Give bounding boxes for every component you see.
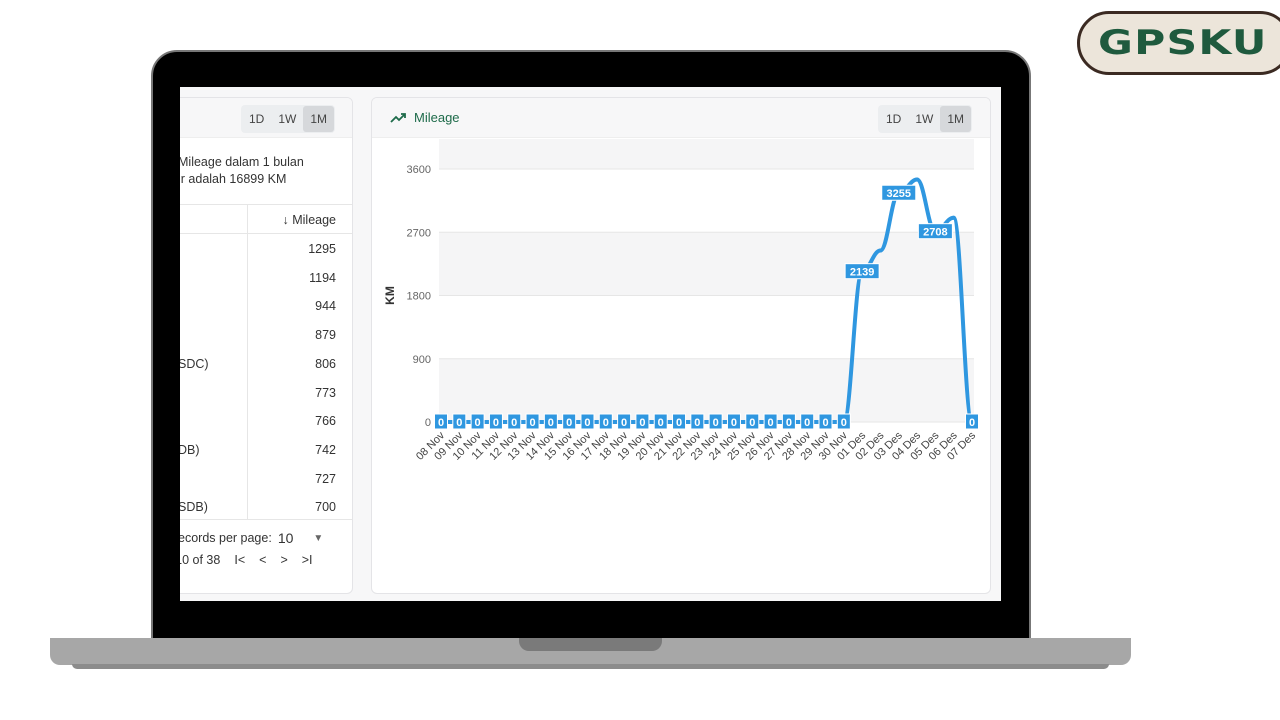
vehicle-name: SDC) [180, 356, 209, 371]
mileage-value: 806 [315, 356, 336, 371]
vehicle-name: SDB) [180, 500, 208, 515]
table-row[interactable]: SDC) 806 [180, 350, 352, 379]
prev-page-icon[interactable]: < [259, 553, 266, 567]
table-row[interactable]: 1194 [180, 264, 352, 293]
data-point[interactable] [951, 215, 956, 220]
data-label: 0 [804, 417, 810, 429]
y-tick-label: 0 [425, 417, 431, 429]
records-per-page-select[interactable]: 10 [278, 530, 294, 546]
range-selector: 1D 1W 1M [878, 105, 973, 133]
data-label: 0 [438, 417, 444, 429]
grid-band [439, 358, 974, 422]
chart-title: Mileage [390, 110, 460, 125]
data-label: 3255 [887, 188, 911, 200]
data-label: 0 [694, 417, 700, 429]
table-header: ↓ Mileage [180, 204, 352, 234]
data-label: 0 [603, 417, 609, 429]
mileage-value: 766 [315, 414, 336, 429]
card-header: 1D 1W 1M [180, 98, 352, 138]
table-row[interactable]: DB) 742 [180, 436, 352, 465]
table-row[interactable]: 727 [180, 465, 352, 494]
y-tick-label: 2700 [407, 227, 431, 239]
vehicle-name: DB) [180, 442, 200, 457]
data-label: 0 [749, 417, 755, 429]
gpsku-logo: GPSKU [1077, 11, 1280, 75]
data-label: 0 [456, 417, 462, 429]
mileage-line-chart: 0900180027003600KM008 Nov009 Nov010 Nov0… [383, 139, 979, 463]
grid-band [439, 139, 974, 169]
y-tick-label: 900 [413, 354, 431, 366]
range-1m[interactable]: 1M [303, 106, 335, 132]
data-label: 0 [676, 417, 682, 429]
summary-line: ir adalah 16899 KM [180, 172, 287, 186]
grid-band [439, 232, 974, 296]
range-1m[interactable]: 1M [940, 106, 972, 132]
data-point[interactable] [878, 248, 883, 253]
data-label: 0 [584, 417, 590, 429]
range-1d[interactable]: 1D [242, 106, 271, 132]
table-row[interactable]: 1295 [180, 235, 352, 264]
table-row[interactable]: 944 [180, 292, 352, 321]
data-label: 0 [566, 417, 572, 429]
data-label: 0 [841, 417, 847, 429]
summary-line: Mileage dalam 1 bulan [180, 155, 304, 169]
data-label: 0 [621, 417, 627, 429]
mileage-value: 727 [315, 471, 336, 486]
range-1w[interactable]: 1W [908, 106, 940, 132]
y-tick-label: 1800 [407, 291, 431, 303]
trending-up-icon [390, 112, 406, 123]
y-tick-label: 3600 [407, 164, 431, 176]
data-label: 0 [822, 417, 828, 429]
mileage-value: 879 [315, 328, 336, 343]
page-range-text: -10 of 38 [180, 553, 221, 567]
data-label: 0 [548, 417, 554, 429]
mileage-value: 1295 [308, 242, 336, 256]
summary-text: Mileage dalam 1 bulan ir adalah 16899 KM [180, 154, 348, 188]
records-per-page-label: ecords per page: [180, 531, 272, 545]
mileage-value: 742 [315, 442, 336, 457]
data-label: 0 [731, 417, 737, 429]
laptop-base-edge [72, 664, 1109, 669]
table-row[interactable]: 766 [180, 407, 352, 436]
range-1d[interactable]: 1D [879, 106, 908, 132]
data-label: 0 [493, 417, 499, 429]
data-label: 0 [786, 417, 792, 429]
data-label: 0 [658, 417, 664, 429]
table-row[interactable]: SDB) 700 [180, 493, 352, 522]
card-header: Mileage 1D 1W 1M [372, 98, 990, 138]
data-label: 0 [475, 417, 481, 429]
range-selector: 1D 1W 1M [241, 105, 336, 133]
last-page-icon[interactable]: >I [302, 553, 313, 567]
y-axis-label: KM [383, 286, 397, 305]
mileage-value: 1194 [309, 270, 336, 285]
data-label: 0 [713, 417, 719, 429]
table-row[interactable]: 773 [180, 379, 352, 408]
mileage-chart-card: Mileage 1D 1W 1M 0 900 1800 2700 3600 KM 0 08 N… [371, 97, 991, 594]
table-row[interactable]: 879 [180, 321, 352, 350]
laptop-notch [519, 638, 662, 651]
screen: 1D 1W 1M Mileage dalam 1 bulan ir adalah … [180, 87, 1001, 601]
range-1w[interactable]: 1W [271, 106, 303, 132]
chart-title-text: Mileage [414, 110, 460, 125]
mileage-table-card: 1D 1W 1M Mileage dalam 1 bulan ir adalah … [180, 97, 353, 594]
pagination: ecords per page: 10 ▼ -10 of 38 I< < > >… [180, 519, 352, 567]
mileage-value: 944 [315, 299, 336, 314]
data-label: 0 [639, 417, 645, 429]
dropdown-icon[interactable]: ▼ [313, 533, 323, 544]
next-page-icon[interactable]: > [280, 553, 287, 567]
data-label: 0 [969, 417, 975, 429]
data-label: 2139 [850, 267, 874, 279]
mileage-column-header[interactable]: ↓ Mileage [283, 213, 337, 227]
data-label: 2708 [923, 227, 947, 239]
data-point[interactable] [915, 177, 920, 182]
mileage-value: 700 [315, 500, 336, 515]
first-page-icon[interactable]: I< [234, 553, 245, 567]
mileage-value: 773 [315, 385, 336, 400]
data-label: 0 [768, 417, 774, 429]
data-label: 0 [529, 417, 535, 429]
data-label: 0 [511, 417, 517, 429]
